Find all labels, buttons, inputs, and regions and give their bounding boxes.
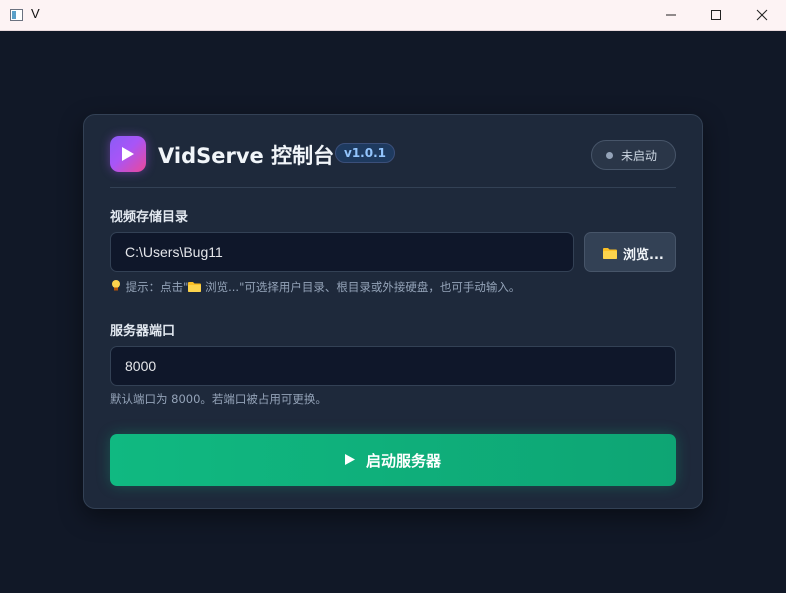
minimize-icon	[666, 14, 676, 16]
start-server-label: 启动服务器	[366, 452, 442, 470]
lightbulb-icon	[112, 280, 120, 291]
folder-icon	[603, 248, 617, 259]
status-text: 未启动	[621, 149, 658, 163]
logo	[110, 136, 146, 172]
maximize-icon	[711, 10, 721, 20]
port-input[interactable]: 8000	[110, 346, 676, 386]
version-badge: v1.0.1	[335, 143, 395, 163]
header-divider	[110, 187, 676, 188]
app-content: VidServe 控制台 v1.0.1 未启动 视频存储目录 C:\Users\…	[0, 31, 786, 593]
minimize-button[interactable]	[648, 0, 694, 30]
storage-hint: 提示：点击" 浏览..."可选择用户目录、根目录或外接硬盘，也可手动输入。	[110, 279, 520, 295]
storage-label: 视频存储目录	[110, 210, 189, 225]
window-titlebar: V	[0, 0, 786, 31]
hint-suffix: "可选择用户目录、根目录或外接硬盘，也可手动输入。	[239, 280, 521, 294]
app-icon	[10, 9, 23, 21]
hint-prefix: 提示：点击"	[125, 280, 189, 294]
storage-path-input[interactable]: C:\Users\Bug11	[110, 232, 574, 272]
maximize-button[interactable]	[693, 0, 739, 30]
folder-icon	[188, 282, 202, 292]
close-button[interactable]	[739, 0, 785, 30]
app-title: VidServe 控制台	[158, 144, 335, 168]
hint-browse: 浏览...	[205, 280, 240, 294]
start-server-button[interactable]: 启动服务器	[110, 434, 676, 486]
browse-label: 浏览...	[623, 248, 664, 263]
port-hint: 默认端口为 8000。若端口被占用可更换。	[110, 392, 327, 406]
window-title: V	[31, 6, 40, 21]
control-panel-card: VidServe 控制台 v1.0.1 未启动 视频存储目录 C:\Users\…	[83, 114, 703, 509]
play-icon	[122, 147, 134, 161]
status-dot-icon	[606, 152, 613, 159]
port-label: 服务器端口	[110, 324, 176, 339]
play-icon	[345, 454, 355, 465]
status-badge: 未启动	[591, 140, 676, 170]
browse-button[interactable]: 浏览...	[584, 232, 676, 272]
close-icon	[756, 9, 768, 21]
